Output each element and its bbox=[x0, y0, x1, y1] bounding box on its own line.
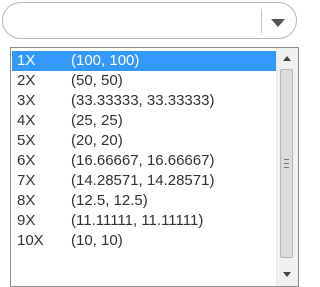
option-scale: (14.28571, 14.28571) bbox=[71, 172, 215, 189]
option-item[interactable]: 3X (33.33333, 33.33333) bbox=[12, 91, 277, 111]
scroll-down-arrow-icon[interactable] bbox=[283, 272, 291, 277]
option-item[interactable]: 2X (50, 50) bbox=[12, 71, 277, 91]
option-item[interactable]: 9X (11.11111, 11.11111) bbox=[12, 211, 277, 231]
option-factor: 5X bbox=[17, 132, 36, 149]
option-item[interactable]: 5X (20, 20) bbox=[12, 131, 277, 151]
options-list: 1X (100, 100) 2X (50, 50) 3X (33.33333, … bbox=[12, 51, 277, 251]
option-factor: 8X bbox=[17, 192, 36, 209]
option-scale: (20, 20) bbox=[71, 132, 123, 149]
option-scale: (16.66667, 16.66667) bbox=[71, 152, 215, 169]
option-factor: 1X bbox=[17, 52, 36, 69]
option-factor: 4X bbox=[17, 112, 36, 129]
dropdown-list[interactable]: 1X (100, 100) 2X (50, 50) 3X (33.33333, … bbox=[10, 47, 299, 287]
option-item[interactable]: 4X (25, 25) bbox=[12, 111, 277, 131]
option-factor: 7X bbox=[17, 172, 36, 189]
option-factor: 3X bbox=[17, 92, 36, 109]
option-factor: 2X bbox=[17, 72, 36, 89]
option-item[interactable]: 10X (10, 10) bbox=[12, 231, 277, 251]
grip-icon bbox=[284, 159, 289, 168]
option-scale: (25, 25) bbox=[71, 112, 123, 129]
option-factor: 9X bbox=[17, 212, 36, 229]
option-item[interactable]: 6X (16.66667, 16.66667) bbox=[12, 151, 277, 171]
option-item[interactable]: 7X (14.28571, 14.28571) bbox=[12, 171, 277, 191]
zoom-combobox[interactable] bbox=[2, 2, 297, 39]
chevron-down-icon[interactable] bbox=[271, 19, 285, 27]
option-scale: (100, 100) bbox=[71, 52, 140, 69]
option-scale: (50, 50) bbox=[71, 72, 123, 89]
option-factor: 6X bbox=[17, 152, 36, 169]
option-factor: 10X bbox=[17, 232, 44, 249]
option-item-selected[interactable]: 1X (100, 100) bbox=[12, 51, 277, 71]
scrollbar-thumb[interactable] bbox=[280, 69, 293, 258]
option-scale: (12.5, 12.5) bbox=[71, 192, 148, 209]
scroll-up-arrow-icon[interactable] bbox=[283, 56, 291, 61]
option-scale: (11.11111, 11.11111) bbox=[71, 212, 204, 229]
vertical-scrollbar[interactable] bbox=[276, 48, 298, 286]
option-scale: (33.33333, 33.33333) bbox=[71, 92, 215, 109]
combobox-divider bbox=[261, 9, 262, 33]
option-scale: (10, 10) bbox=[71, 232, 123, 249]
option-item[interactable]: 8X (12.5, 12.5) bbox=[12, 191, 277, 211]
